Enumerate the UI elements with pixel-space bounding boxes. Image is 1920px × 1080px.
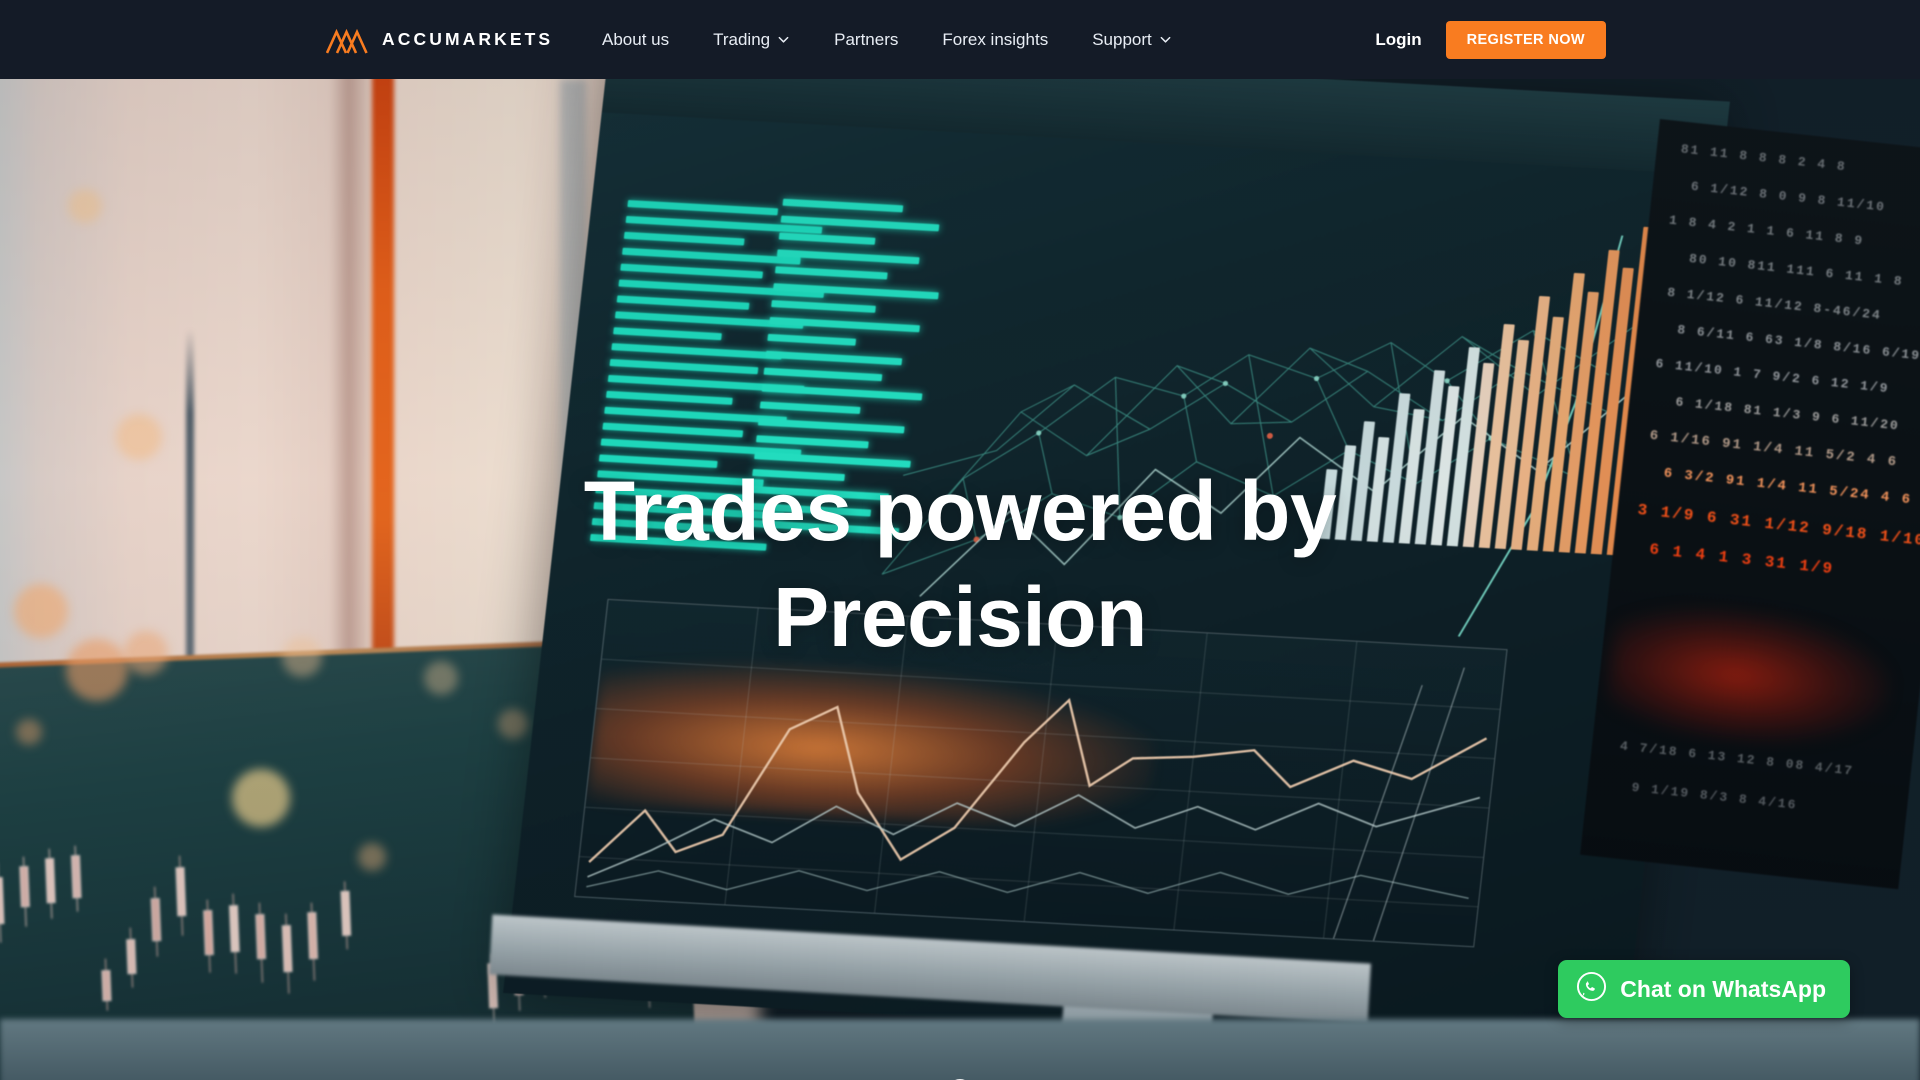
header-actions: Login REGISTER NOW bbox=[1375, 0, 1606, 79]
whatsapp-label: Chat on WhatsApp bbox=[1620, 975, 1826, 1002]
chat-on-whatsapp-button[interactable]: Chat on WhatsApp bbox=[1558, 960, 1850, 1018]
nav-item-label: Trading bbox=[713, 29, 771, 49]
nav-item-forex-insights[interactable]: Forex insights bbox=[920, 0, 1070, 79]
nav-item-trading[interactable]: Trading bbox=[691, 0, 812, 79]
brand-logo[interactable]: ACCUMARKETS bbox=[325, 0, 554, 79]
chevron-down-icon bbox=[1159, 33, 1172, 46]
chevron-down-icon bbox=[777, 33, 790, 46]
whatsapp-icon bbox=[1576, 971, 1607, 1007]
nav-item-label: About us bbox=[602, 29, 670, 49]
login-link[interactable]: Login bbox=[1375, 30, 1421, 50]
nav-item-label: Partners bbox=[834, 29, 899, 49]
nav-item-partners[interactable]: Partners bbox=[812, 0, 920, 79]
mountain-zigzag-logo-icon bbox=[325, 26, 368, 54]
nav-item-support[interactable]: Support bbox=[1070, 0, 1194, 79]
hero-section: 81 11 8 8 8 2 4 8 6 1/12 8 0 9 8 11/10 1… bbox=[0, 79, 1920, 1080]
nav-item-label: Support bbox=[1092, 29, 1152, 49]
nav-item-about-us[interactable]: About us bbox=[580, 0, 691, 79]
brand-name: ACCUMARKETS bbox=[382, 29, 554, 49]
register-now-button[interactable]: REGISTER NOW bbox=[1445, 20, 1606, 59]
primary-navigation: About us Trading Partners Forex insights… bbox=[580, 0, 1194, 79]
site-header: ACCUMARKETS About us Trading Partners Fo… bbox=[0, 0, 1920, 79]
hero-headline-line-2: Precision bbox=[773, 570, 1147, 664]
nav-item-label: Forex insights bbox=[942, 29, 1049, 49]
hero-headline: Trades powered by Precision bbox=[0, 469, 1920, 659]
hero-headline-line-1: Trades powered by bbox=[583, 464, 1337, 558]
